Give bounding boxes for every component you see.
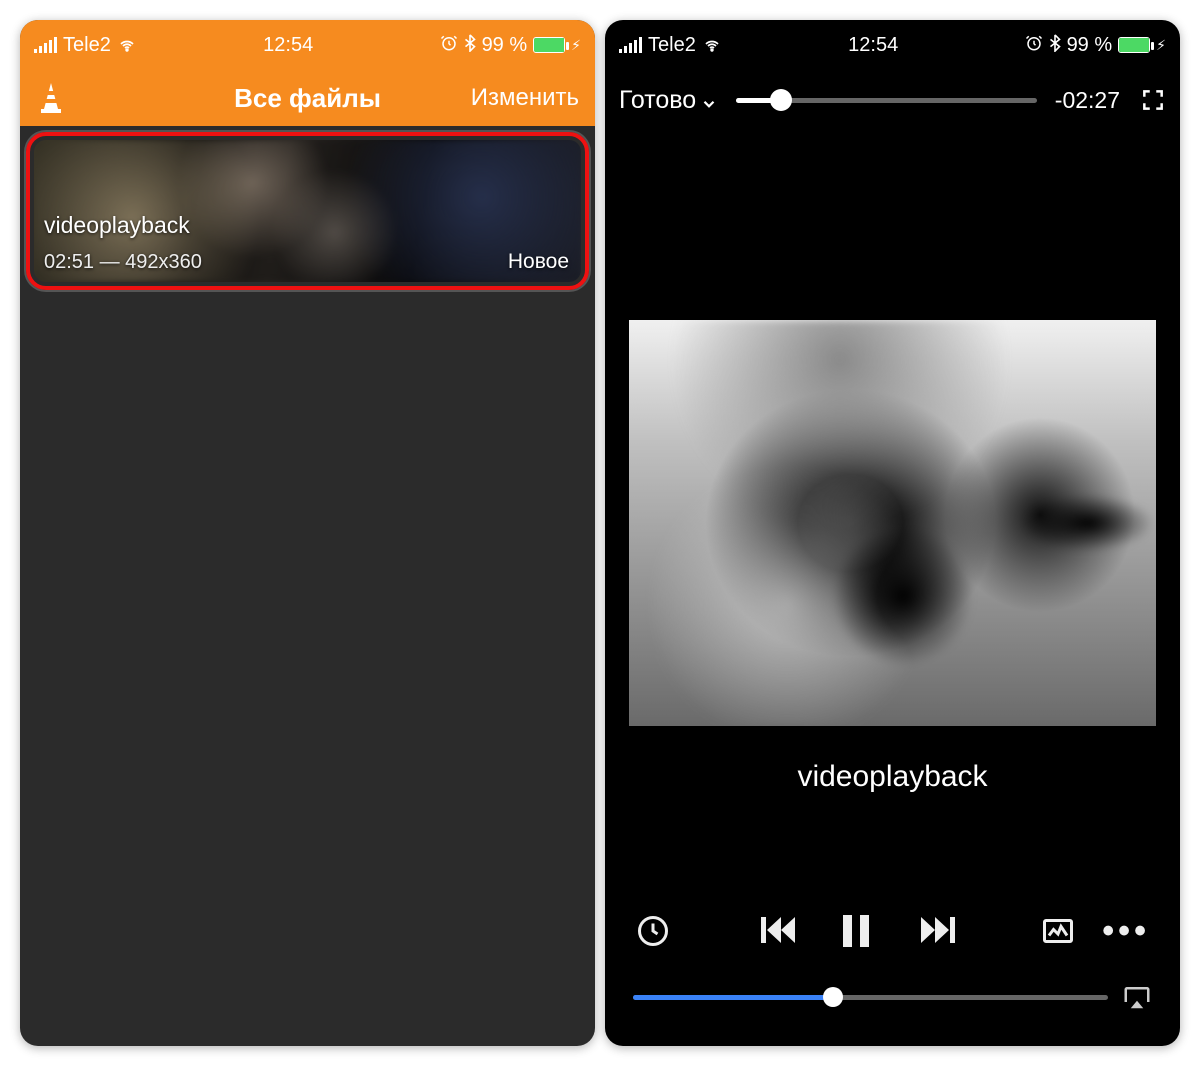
time-remaining[interactable]: -02:27 bbox=[1055, 87, 1120, 114]
carrier-label: Tele2 bbox=[648, 34, 696, 57]
video-item-title: videoplayback bbox=[44, 212, 190, 239]
status-bar: Tele2 12:54 bbox=[605, 20, 1180, 70]
player-top-bar: Готово -02:27 bbox=[605, 70, 1180, 130]
battery-icon bbox=[533, 37, 565, 53]
bluetooth-icon bbox=[1049, 34, 1061, 57]
edit-button[interactable]: Изменить bbox=[471, 84, 579, 112]
video-item-highlight: videoplayback 02:51 — 492x360 Новое bbox=[26, 132, 589, 290]
pause-button[interactable] bbox=[843, 915, 869, 947]
signal-icon bbox=[34, 37, 57, 53]
video-frame[interactable] bbox=[629, 320, 1156, 726]
battery-pct: 99 % bbox=[1067, 34, 1113, 57]
now-playing-title: videoplayback bbox=[605, 760, 1180, 794]
battery-icon bbox=[1118, 37, 1150, 53]
video-item-badge: Новое bbox=[508, 250, 569, 274]
expand-icon[interactable] bbox=[1140, 87, 1166, 113]
airplay-icon[interactable] bbox=[1122, 984, 1152, 1010]
player-screen: Tele2 12:54 bbox=[605, 20, 1180, 1046]
skip-forward-icon[interactable] bbox=[915, 913, 951, 949]
wifi-icon bbox=[702, 37, 722, 53]
done-label: Готово bbox=[619, 86, 696, 115]
video-list-item[interactable]: videoplayback 02:51 — 492x360 Новое bbox=[34, 140, 581, 282]
nav-bar: Все файлы Изменить bbox=[20, 70, 595, 126]
alarm-icon bbox=[1025, 34, 1043, 57]
volume-bar[interactable] bbox=[633, 982, 1152, 1012]
signal-icon bbox=[619, 37, 642, 53]
wifi-icon bbox=[117, 37, 137, 53]
bolt-icon: ⚡︎ bbox=[571, 37, 581, 54]
status-time: 12:54 bbox=[848, 34, 898, 57]
alarm-icon bbox=[440, 34, 458, 57]
page-title: Все файлы bbox=[234, 83, 381, 114]
carrier-label: Tele2 bbox=[63, 34, 111, 57]
more-icon[interactable]: ••• bbox=[1102, 912, 1150, 951]
battery-pct: 99 % bbox=[482, 34, 528, 57]
done-button[interactable]: Готово bbox=[619, 86, 718, 115]
skip-back-icon[interactable] bbox=[761, 913, 797, 949]
clock-icon[interactable] bbox=[635, 913, 671, 949]
video-item-meta: 02:51 — 492x360 bbox=[44, 251, 202, 274]
status-time: 12:54 bbox=[263, 34, 313, 57]
chevron-down-icon bbox=[700, 91, 718, 109]
bluetooth-icon bbox=[464, 34, 476, 57]
bolt-icon: ⚡︎ bbox=[1156, 37, 1166, 54]
effects-icon[interactable] bbox=[1040, 913, 1076, 949]
seek-bar[interactable] bbox=[736, 85, 1037, 115]
library-screen: Tele2 12:54 bbox=[20, 20, 595, 1046]
playback-controls: ••• bbox=[605, 906, 1180, 956]
status-bar: Tele2 12:54 bbox=[20, 20, 595, 70]
vlc-cone-icon[interactable] bbox=[36, 81, 66, 115]
